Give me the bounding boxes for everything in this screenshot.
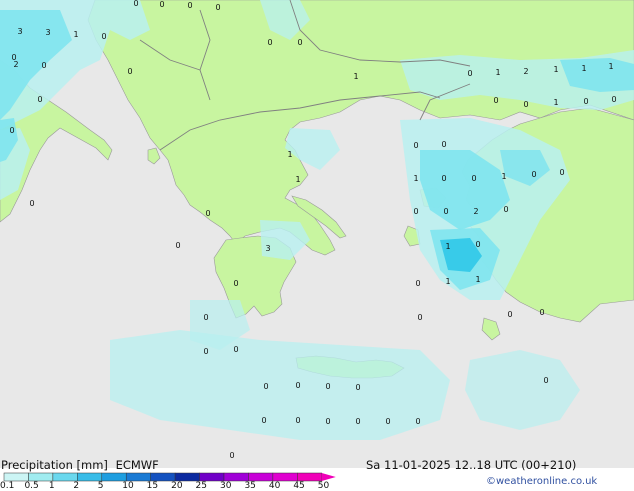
title-text: Precipitation [mm] xyxy=(1,458,108,472)
precip-value-label: 1 xyxy=(501,172,506,181)
precip-value-label: 0 xyxy=(611,95,616,104)
precip-value-label: 0 xyxy=(297,38,302,47)
precip-value-label: 3 xyxy=(17,27,22,36)
precip-value-label: 0 xyxy=(233,345,238,354)
precip-value-label: 0 xyxy=(583,97,588,106)
precip-value-label: 1 xyxy=(553,65,558,74)
precip-value-label: 0 xyxy=(295,416,300,425)
precip-value-label: 0 xyxy=(205,209,210,218)
precip-value-label: 0 xyxy=(355,417,360,426)
precip-value-label: 3 xyxy=(45,28,50,37)
legend-swatch xyxy=(150,472,176,482)
precip-value-label: 1 xyxy=(553,98,558,107)
precip-value-label: 3 xyxy=(265,244,270,253)
model-name: ECMWF xyxy=(115,458,159,472)
precip-value-label: 0 xyxy=(263,382,268,391)
precip-value-label: 0 xyxy=(187,1,192,10)
precip-value-label: 0 xyxy=(355,383,360,392)
precip-value-label: 1 xyxy=(413,174,418,183)
precip-value-label: 0 xyxy=(295,381,300,390)
precip-value-label: 2 xyxy=(13,60,18,69)
precip-value-label: 0 xyxy=(261,416,266,425)
run-time: Sa 11-01-2025 12..18 UTC (00+210) xyxy=(366,458,577,472)
precip-value-label: 0 xyxy=(159,0,164,9)
precip-value-label: 0 xyxy=(531,170,536,179)
precip-value-label: 0 xyxy=(9,126,14,135)
precip-value-label: 1 xyxy=(495,68,500,77)
precip-value-label: 0 xyxy=(415,279,420,288)
legend-swatch xyxy=(174,472,200,482)
legend-swatch xyxy=(77,472,103,482)
precip-value-label: 0 xyxy=(215,3,220,12)
legend-swatch xyxy=(297,472,323,482)
precip-value-label: 2 xyxy=(523,67,528,76)
legend-swatch xyxy=(223,472,249,482)
legend-swatch xyxy=(52,472,78,482)
precip-value-label: 0 xyxy=(175,241,180,250)
precip-value-label: 0 xyxy=(127,67,132,76)
legend-swatch xyxy=(101,472,127,482)
precip-value-label: 1 xyxy=(295,175,300,184)
precip-value-label: 0 xyxy=(413,141,418,150)
footer: Precipitation [mm] ECMWF Sa 11-01-2025 1… xyxy=(0,456,634,491)
precip-value-label: 1 xyxy=(608,62,613,71)
precip-value-label: 1 xyxy=(353,72,358,81)
precip-value-label: 0 xyxy=(559,168,564,177)
credit: ©weatheronline.co.uk xyxy=(486,476,598,487)
precip-value-label: 1 xyxy=(445,277,450,286)
precip-value-label: 0 xyxy=(267,38,272,47)
legend-swatch xyxy=(3,472,29,482)
precip-value-label: 0 xyxy=(523,100,528,109)
legend-swatch xyxy=(248,472,274,482)
precip-value-label: 0 xyxy=(503,205,508,214)
precip-value-label: 0 xyxy=(475,240,480,249)
precip-value-label: 0 xyxy=(101,32,106,41)
precip-value-label: 0 xyxy=(233,279,238,288)
legend-swatch xyxy=(272,472,298,482)
legend-arrow-tip xyxy=(321,473,336,481)
legend-swatch xyxy=(28,472,54,482)
precip-value-label: 1 xyxy=(287,150,292,159)
legend-swatch xyxy=(199,472,225,482)
precip-value-label: 0 xyxy=(543,376,548,385)
precip-value-label: 0 xyxy=(133,0,138,8)
map-title: Precipitation [mm] ECMWF xyxy=(1,458,159,472)
precip-value-label: 1 xyxy=(581,64,586,73)
precip-value-label: 0 xyxy=(413,207,418,216)
legend-swatch xyxy=(125,472,151,482)
precip-value-label: 0 xyxy=(443,207,448,216)
precip-value-label: 0 xyxy=(467,69,472,78)
precip-value-label: 0 xyxy=(37,95,42,104)
precipitation-map: 0 0 0 0 3 3 1 0 0 0 2 0 0 0 0 0 0 1 0 1 2 1 1 1 0 0 1 0 0 1 1 0 0 1 0 0 1 0 0 0… xyxy=(0,0,634,468)
precip-value-label: 0 xyxy=(203,313,208,322)
precip-value-label: 0 xyxy=(41,61,46,70)
precip-value-label: 0 xyxy=(325,417,330,426)
precip-value-label: 0 xyxy=(507,310,512,319)
precip-value-label: 1 xyxy=(73,30,78,39)
precip-value-label: 0 xyxy=(415,417,420,426)
precip-value-label: 0 xyxy=(203,347,208,356)
precip-value-label: 1 xyxy=(475,275,480,284)
precip-value-label: 0 xyxy=(417,313,422,322)
precip-value-label: 0 xyxy=(441,174,446,183)
precip-value-label: 0 xyxy=(385,417,390,426)
precip-value-label: 0 xyxy=(493,96,498,105)
precip-value-label: 0 xyxy=(325,382,330,391)
precip-value-label: 0 xyxy=(441,140,446,149)
precip-value-label: 0 xyxy=(539,308,544,317)
precip-value-label: 0 xyxy=(29,199,34,208)
precip-value-label: 2 xyxy=(473,207,478,216)
precip-value-label: 1 xyxy=(445,242,450,251)
precip-value-label: 0 xyxy=(471,174,476,183)
